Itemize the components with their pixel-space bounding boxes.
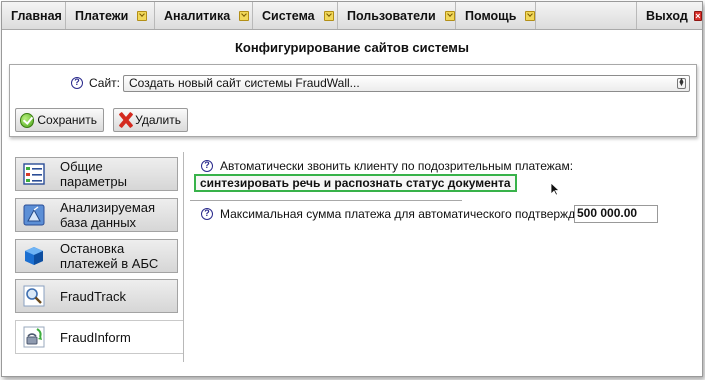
menu-item-label: Пользователи — [347, 8, 436, 23]
nav-item-general[interactable]: Общие параметры — [15, 157, 178, 191]
auto-call-select[interactable]: синтезировать речь и распознать статус д… — [194, 174, 517, 192]
nav-item-stop-payments[interactable]: Остановка платежей в АБС — [15, 239, 178, 273]
chevron-down-icon — [323, 10, 334, 21]
checklist-icon — [23, 163, 45, 185]
menu-item-payments[interactable]: Платежи — [66, 2, 155, 29]
auto-call-label: Автоматически звонить клиенту по подозри… — [220, 159, 574, 173]
auto-call-field-label: ? Автоматически звонить клиенту по подоз… — [201, 159, 573, 173]
checkmark-icon — [20, 112, 35, 128]
chevron-down-icon — [444, 10, 455, 21]
max-amount-label: Максимальная сумма платежа для автоматич… — [220, 207, 605, 221]
site-field-label: ? Сайт: — [71, 76, 120, 90]
phone-call-icon — [23, 326, 45, 348]
menu-item-system[interactable]: Система — [253, 2, 338, 29]
chevron-down-icon — [239, 10, 250, 21]
help-icon[interactable]: ? — [201, 160, 213, 172]
section-divider — [190, 200, 462, 201]
site-panel: ? Сайт: Создать новый сайт системы Fraud… — [9, 64, 697, 137]
menu-item-label: Платежи — [75, 8, 129, 23]
nav-divider — [183, 152, 184, 362]
help-icon[interactable]: ? — [71, 77, 83, 89]
exit-button[interactable]: Выход × — [636, 2, 702, 29]
nav-item-database[interactable]: Анализируемая база данных — [15, 198, 178, 232]
satellite-dish-icon — [23, 204, 45, 226]
chevron-down-icon — [525, 10, 535, 21]
main-menu-bar: Главная Платежи Аналитика Система Пользо… — [2, 2, 702, 30]
site-label: Сайт: — [89, 76, 121, 90]
auto-call-value: синтезировать речь и распознать статус д… — [200, 176, 511, 190]
nav-item-label: Общие параметры — [60, 159, 127, 189]
menu-item-help[interactable]: Помощь — [456, 2, 536, 29]
nav-item-label: FraudTrack — [60, 288, 126, 304]
magnifier-icon — [23, 285, 45, 307]
blue-cube-icon — [25, 247, 43, 265]
max-amount-input[interactable]: 500 000.00 — [574, 205, 658, 223]
delete-button[interactable]: Удалить — [113, 108, 188, 132]
site-select[interactable]: Создать новый сайт системы FraudWall... … — [123, 75, 690, 92]
save-button-label: Сохранить — [37, 113, 97, 127]
menu-item-label: Главная — [11, 8, 62, 23]
delete-x-icon — [118, 112, 132, 128]
exit-label: Выход — [646, 8, 688, 23]
menu-item-users[interactable]: Пользователи — [338, 2, 456, 29]
chevron-down-icon — [137, 10, 148, 21]
app-window: Главная Платежи Аналитика Система Пользо… — [1, 1, 703, 377]
nav-item-fraudtrack[interactable]: FraudTrack — [15, 279, 178, 313]
close-icon: × — [693, 10, 702, 21]
page-title: Конфигурирование сайтов системы — [234, 40, 470, 55]
delete-button-label: Удалить — [135, 113, 181, 127]
max-amount-value: 500 000.00 — [577, 206, 638, 220]
mouse-cursor-icon — [550, 182, 560, 196]
max-amount-field-label: ? Максимальная сумма платежа для автомат… — [201, 207, 605, 221]
menu-item-label: Система — [262, 8, 315, 23]
menu-item-label: Аналитика — [164, 8, 231, 23]
nav-item-label: Остановка платежей в АБС — [60, 241, 159, 271]
select-arrows-icon: ▲ ▼ — [677, 77, 686, 89]
help-icon[interactable]: ? — [201, 208, 213, 220]
nav-item-fraudinform[interactable]: FraudInform — [15, 320, 184, 354]
menu-item-home[interactable]: Главная — [2, 2, 66, 29]
site-select-value: Создать новый сайт системы FraudWall... — [129, 76, 360, 90]
save-button[interactable]: Сохранить — [15, 108, 104, 132]
menu-item-label: Помощь — [465, 8, 517, 23]
menu-item-analytics[interactable]: Аналитика — [155, 2, 253, 29]
nav-item-label: Анализируемая база данных — [60, 200, 156, 230]
nav-item-label: FraudInform — [60, 329, 131, 345]
